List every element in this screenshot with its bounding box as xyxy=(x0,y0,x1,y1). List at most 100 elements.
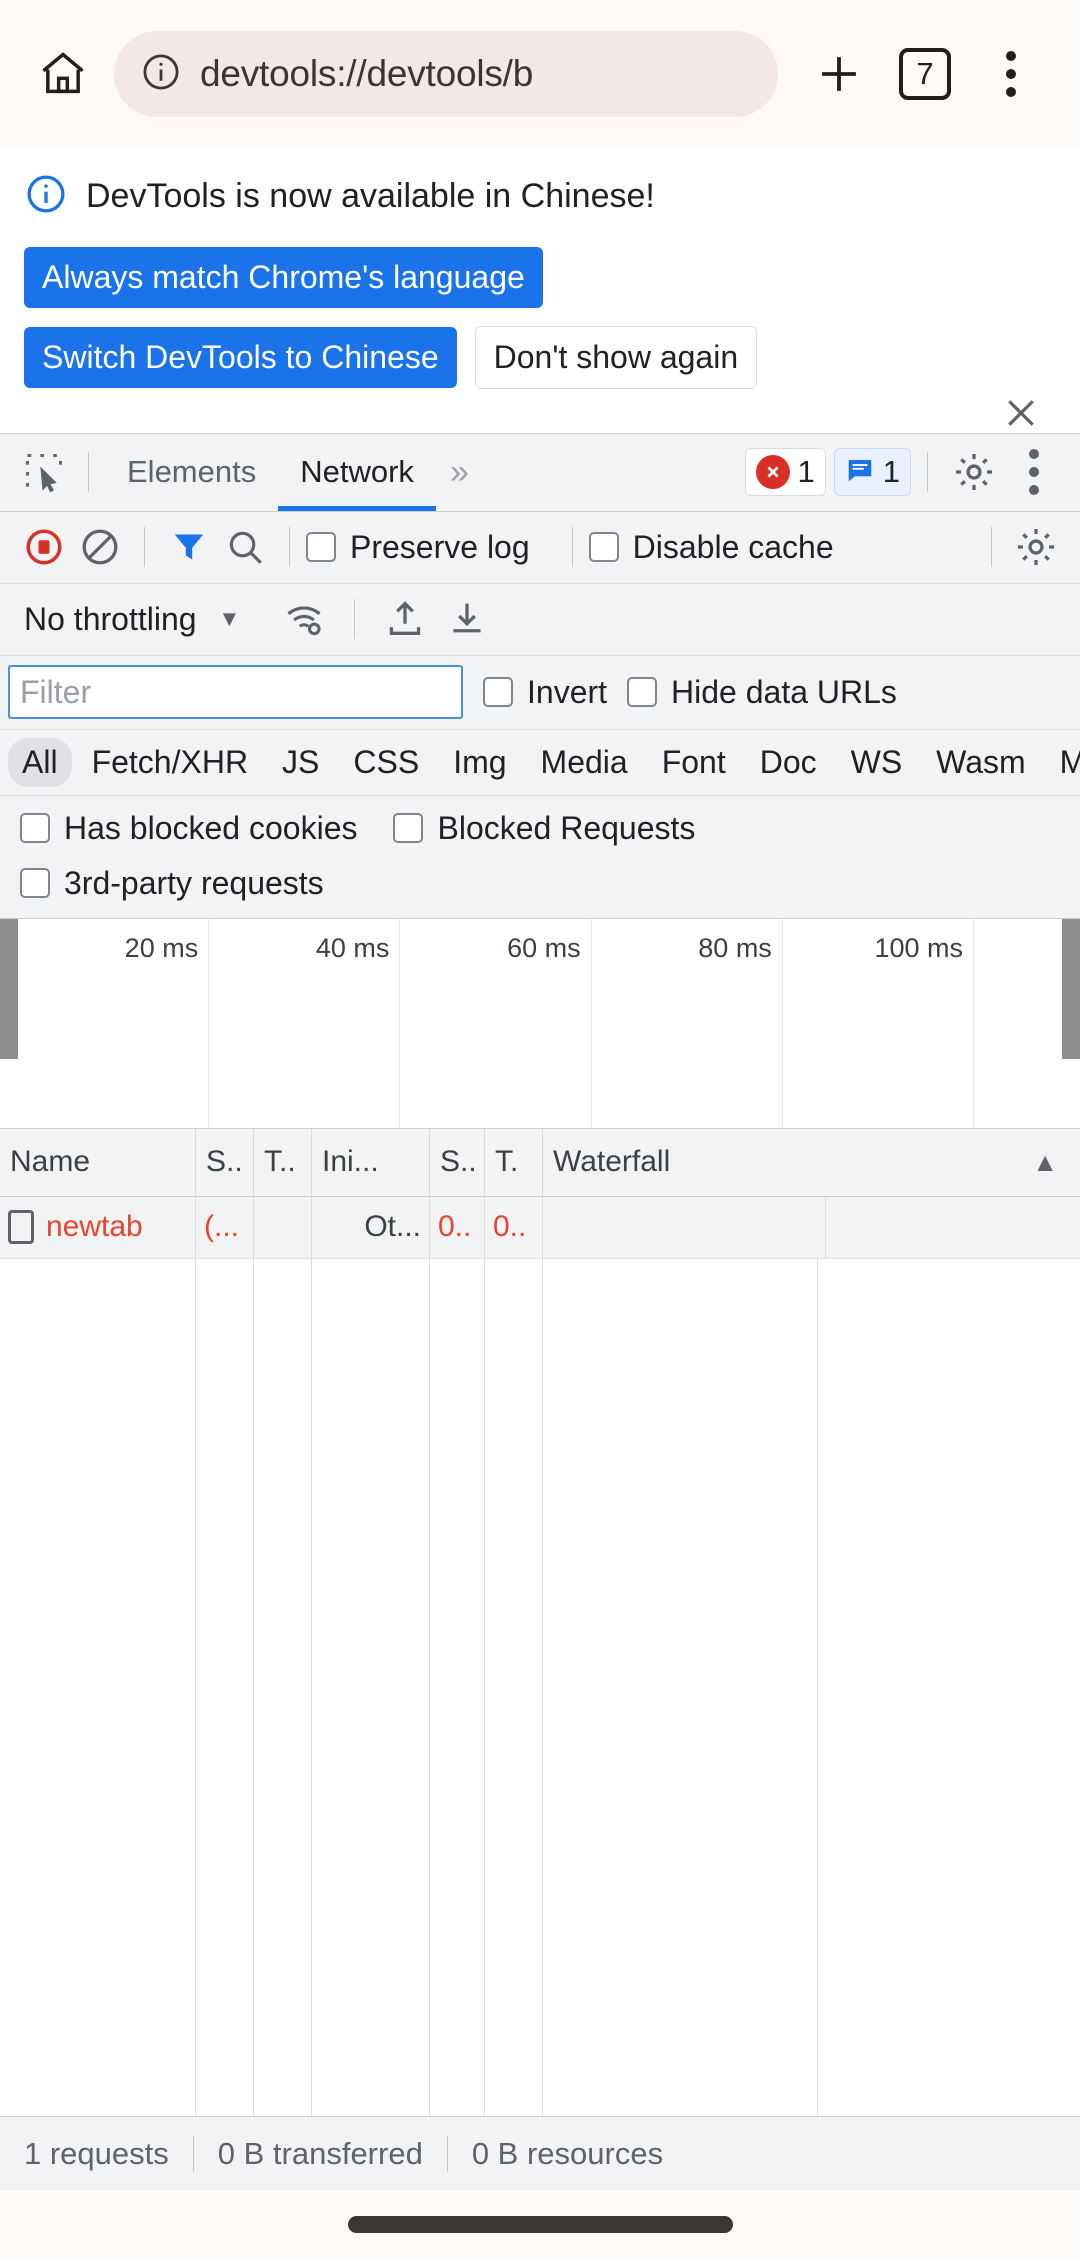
type-filter-ws[interactable]: WS xyxy=(837,738,917,787)
disable-cache-checkbox[interactable]: Disable cache xyxy=(588,529,834,566)
cell-name: newtab xyxy=(0,1196,196,1259)
toolbar2-divider xyxy=(354,599,356,640)
tabbar-divider xyxy=(88,452,89,493)
overview-tick-label: 40 ms xyxy=(315,932,390,963)
site-info-icon[interactable] xyxy=(140,51,182,98)
type-filter-css[interactable]: CSS xyxy=(339,738,433,787)
checkbox-box xyxy=(20,868,50,899)
type-filter-fetch-xhr[interactable]: Fetch/XHR xyxy=(78,738,262,787)
blocked-requests-checkbox[interactable]: Blocked Requests xyxy=(393,810,695,847)
message-bubble-icon xyxy=(845,455,875,490)
overview-left-handle[interactable] xyxy=(0,918,18,1059)
devtools-more-button[interactable] xyxy=(1004,442,1064,502)
third-party-requests-checkbox[interactable]: 3rd-party requests xyxy=(20,865,324,902)
close-icon[interactable] xyxy=(996,388,1046,438)
overview-segment: 20 ms xyxy=(18,918,210,1128)
new-tab-button[interactable] xyxy=(796,31,882,117)
preserve-log-checkbox[interactable]: Preserve log xyxy=(306,529,530,566)
import-arrow-up-icon[interactable] xyxy=(377,591,433,647)
funnel-filter-icon[interactable] xyxy=(161,519,217,575)
tab-network[interactable]: Network xyxy=(278,433,436,512)
address-bar[interactable]: devtools://devtools/b xyxy=(114,31,778,117)
has-blocked-cookies-checkbox[interactable]: Has blocked cookies xyxy=(20,810,357,847)
overview-segment: 60 ms xyxy=(400,918,592,1128)
gear-icon[interactable] xyxy=(944,442,1004,502)
type-filter-font[interactable]: Font xyxy=(648,738,740,787)
extra-filters: Has blocked cookies Blocked Requests 3rd… xyxy=(0,795,1080,919)
type-filter-media[interactable]: Media xyxy=(527,738,642,787)
error-cross-icon xyxy=(755,455,790,490)
table-header-row: Name S.. T.. Ini... S.. T. Waterfall ▲ xyxy=(0,1128,1080,1197)
home-icon[interactable] xyxy=(26,37,100,111)
toolbar-divider-4 xyxy=(991,527,992,568)
checkbox-box xyxy=(588,532,619,563)
filter-input[interactable] xyxy=(8,665,463,720)
network-settings-gear-icon[interactable] xyxy=(1008,519,1064,575)
column-header-size[interactable]: S.. xyxy=(430,1128,485,1197)
type-filter-js[interactable]: JS xyxy=(268,738,333,787)
cell-waterfall xyxy=(543,1196,1080,1259)
export-arrow-down-icon[interactable] xyxy=(439,591,495,647)
overview-tick-label: 20 ms xyxy=(124,932,199,963)
overview-segment-trailing xyxy=(974,919,1062,1128)
record-stop-icon[interactable] xyxy=(16,519,72,575)
column-header-status[interactable]: S.. xyxy=(196,1128,254,1197)
resource-type-filters: All Fetch/XHR JS CSS Img Media Font Doc … xyxy=(0,729,1080,796)
type-filter-manifest[interactable]: Man xyxy=(1046,738,1080,787)
type-filter-doc[interactable]: Doc xyxy=(746,738,831,787)
devtools-tabbar: Elements Network » 1 1 xyxy=(0,433,1080,512)
error-count-label: 1 xyxy=(797,454,815,490)
type-filter-wasm[interactable]: Wasm xyxy=(922,738,1039,787)
tab-elements[interactable]: Elements xyxy=(105,433,278,511)
checkbox-box xyxy=(306,532,336,563)
empty-column-name xyxy=(0,1258,196,2116)
search-icon[interactable] xyxy=(217,519,273,575)
browser-menu-button[interactable] xyxy=(968,31,1054,117)
clear-prohibit-icon[interactable] xyxy=(72,519,128,575)
extra-filters-row-1: Has blocked cookies Blocked Requests xyxy=(20,810,1060,847)
infobar-message-text: DevTools is now available in Chinese! xyxy=(86,177,655,215)
checkbox-box xyxy=(627,677,658,708)
overview-tick-label: 60 ms xyxy=(507,932,581,963)
infobar-actions-row-2: Switch DevTools to Chinese Don't show ag… xyxy=(24,325,1056,389)
three-dots-vertical-icon xyxy=(1029,449,1039,496)
gesture-nav-pill[interactable] xyxy=(347,2215,733,2233)
infobar-message-row: DevTools is now available in Chinese! xyxy=(24,172,1056,221)
tab-overflow-icon[interactable]: » xyxy=(436,453,483,492)
table-body: newtab (... Ot... 0.. 0.. xyxy=(0,1196,1080,2116)
invert-checkbox[interactable]: Invert xyxy=(483,674,607,711)
always-match-language-button[interactable]: Always match Chrome's language xyxy=(24,247,543,308)
switch-devtools-language-button[interactable]: Switch DevTools to Chinese xyxy=(24,326,457,388)
column-header-time[interactable]: T. xyxy=(485,1128,543,1197)
column-header-name[interactable]: Name xyxy=(0,1128,196,1197)
empty-column-waterfall xyxy=(818,1259,1080,2116)
toolbar-divider-2 xyxy=(289,527,290,568)
column-header-type[interactable]: T.. xyxy=(254,1128,312,1197)
network-request-table: Name S.. T.. Ini... S.. T. Waterfall ▲ n… xyxy=(0,1128,1080,2116)
has-blocked-cookies-label: Has blocked cookies xyxy=(64,809,358,846)
type-filter-all[interactable]: All xyxy=(8,737,72,787)
table-row[interactable]: newtab (... Ot... 0.. 0.. xyxy=(0,1196,1080,1259)
column-header-waterfall[interactable]: Waterfall ▲ xyxy=(543,1128,1080,1196)
inspect-element-icon[interactable] xyxy=(16,444,72,500)
overview-segment: 100 ms xyxy=(783,918,975,1128)
tab-switcher-button[interactable]: 7 xyxy=(882,31,968,117)
throttling-value: No throttling xyxy=(24,600,197,637)
extra-filters-row-2: 3rd-party requests xyxy=(20,865,1060,902)
chevron-down-icon: ▼ xyxy=(218,606,241,632)
third-party-requests-label: 3rd-party requests xyxy=(64,864,324,901)
message-count-badge[interactable]: 1 xyxy=(833,448,911,497)
toolbar-divider-3 xyxy=(571,527,573,568)
preserve-log-label: Preserve log xyxy=(350,528,530,565)
cell-initiator: Ot... xyxy=(312,1196,430,1259)
overview-right-handle[interactable] xyxy=(1062,918,1080,1059)
type-filter-img[interactable]: Img xyxy=(439,738,520,787)
throttling-dropdown[interactable]: No throttling ▼ xyxy=(16,601,248,638)
error-count-badge[interactable]: 1 xyxy=(744,448,826,497)
network-timeline-overview[interactable]: 20 ms 40 ms 60 ms 80 ms 100 ms xyxy=(0,918,1080,1129)
hide-data-urls-checkbox[interactable]: Hide data URLs xyxy=(627,674,897,711)
overview-tick-label: 80 ms xyxy=(698,932,772,963)
dont-show-again-button[interactable]: Don't show again xyxy=(474,325,758,389)
wifi-settings-icon[interactable] xyxy=(276,591,332,647)
column-header-initiator[interactable]: Ini... xyxy=(312,1128,430,1197)
